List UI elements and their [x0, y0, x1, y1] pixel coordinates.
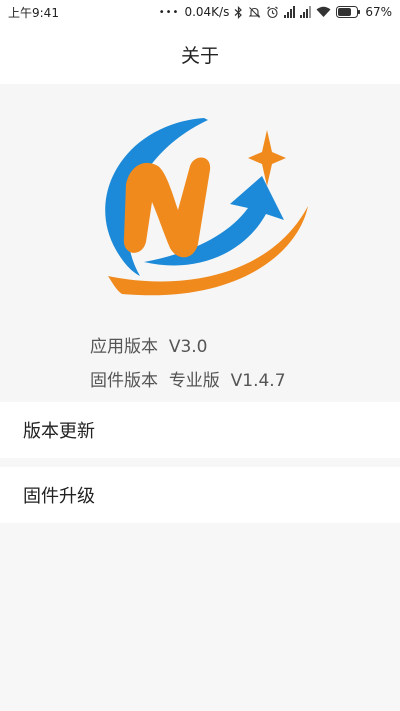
wifi-icon [316, 6, 331, 18]
menu-item-label: 版本更新 [23, 421, 95, 442]
firmware-version-line: 固件版本 专业版 V1.4.7 [90, 366, 286, 391]
alarm-icon [266, 6, 279, 19]
menu-item-version-update[interactable]: 版本更新 [0, 402, 400, 458]
signal-icon-2 [300, 6, 312, 18]
firmware-version-value: V1.4.7 [230, 371, 286, 391]
app-version-line: 应用版本 V3.0 [90, 332, 207, 357]
net-speed: 0.04K/s [184, 5, 230, 19]
about-section: 应用版本 V3.0 固件版本 专业版 V1.4.7 [0, 84, 400, 401]
signal-icon [284, 6, 296, 18]
status-time: 上午9:41 [8, 5, 59, 20]
status-bar: 上午9:41 ••• 0.04K/s 67% [0, 0, 400, 24]
bluetooth-icon [234, 5, 243, 19]
title-bar: 关于 [0, 24, 400, 84]
battery-icon [336, 6, 361, 18]
app-logo-icon [105, 118, 308, 296]
app-version-label: 应用版本 [90, 337, 158, 357]
status-icons: ••• 0.04K/s 67% [159, 5, 392, 19]
app-version-value: V3.0 [168, 337, 208, 357]
mute-icon [248, 6, 261, 19]
more-dots-icon: ••• [158, 6, 180, 18]
firmware-edition: 专业版 [168, 371, 220, 391]
page-title: 关于 [180, 44, 219, 67]
battery-percent: 67% [365, 5, 392, 19]
menu-item-label: 固件升级 [23, 486, 95, 507]
logo-orange-n [123, 157, 211, 258]
logo-star [248, 130, 286, 186]
menu-item-firmware-upgrade[interactable]: 固件升级 [0, 467, 400, 523]
firmware-version-label: 固件版本 [90, 371, 158, 391]
